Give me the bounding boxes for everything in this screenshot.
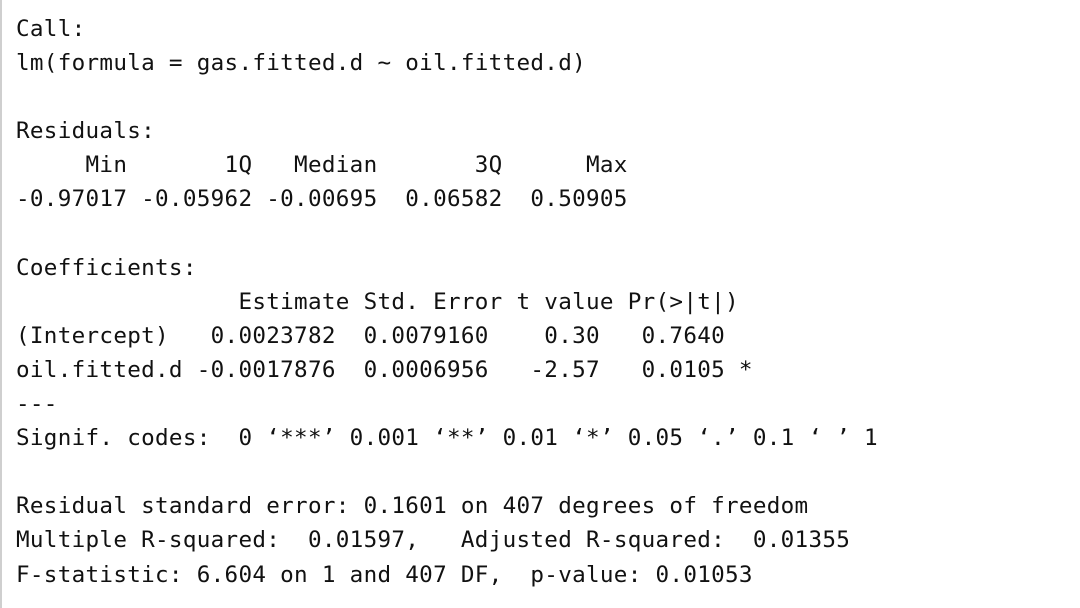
regression-summary: Call: lm(formula = gas.fitted.d ~ oil.fi… [16,12,878,592]
coefficient-row-intercept: (Intercept) 0.0023782 0.0079160 0.30 0.7… [16,322,753,349]
call-formula: lm(formula = gas.fitted.d ~ oil.fitted.d… [16,50,587,77]
separator-line: --- [16,391,58,418]
coefficient-row-oil-fitted: oil.fitted.d -0.0017876 0.0006956 -2.57 … [16,356,753,383]
signif-codes: Signif. codes: 0 ‘***’ 0.001 ‘**’ 0.01 ‘… [16,425,878,452]
coefficients-label: Coefficients: [16,254,197,281]
r-squared-line: Multiple R-squared: 0.01597, Adjusted R-… [16,527,865,554]
coefficients-header: Estimate Std. Error t value Pr(>|t|) [16,288,767,315]
residuals-values: -0.97017 -0.05962 -0.00695 0.06582 0.509… [16,186,642,213]
f-statistic-line: F-statistic: 6.604 on 1 and 407 DF, p-va… [16,561,753,588]
residuals-header: Min 1Q Median 3Q Max [16,152,642,179]
r-console-output: Call: lm(formula = gas.fitted.d ~ oil.fi… [0,0,1080,608]
residuals-label: Residuals: [16,118,156,145]
call-label: Call: [16,16,86,42]
residual-standard-error: Residual standard error: 0.1601 on 407 d… [16,493,809,520]
